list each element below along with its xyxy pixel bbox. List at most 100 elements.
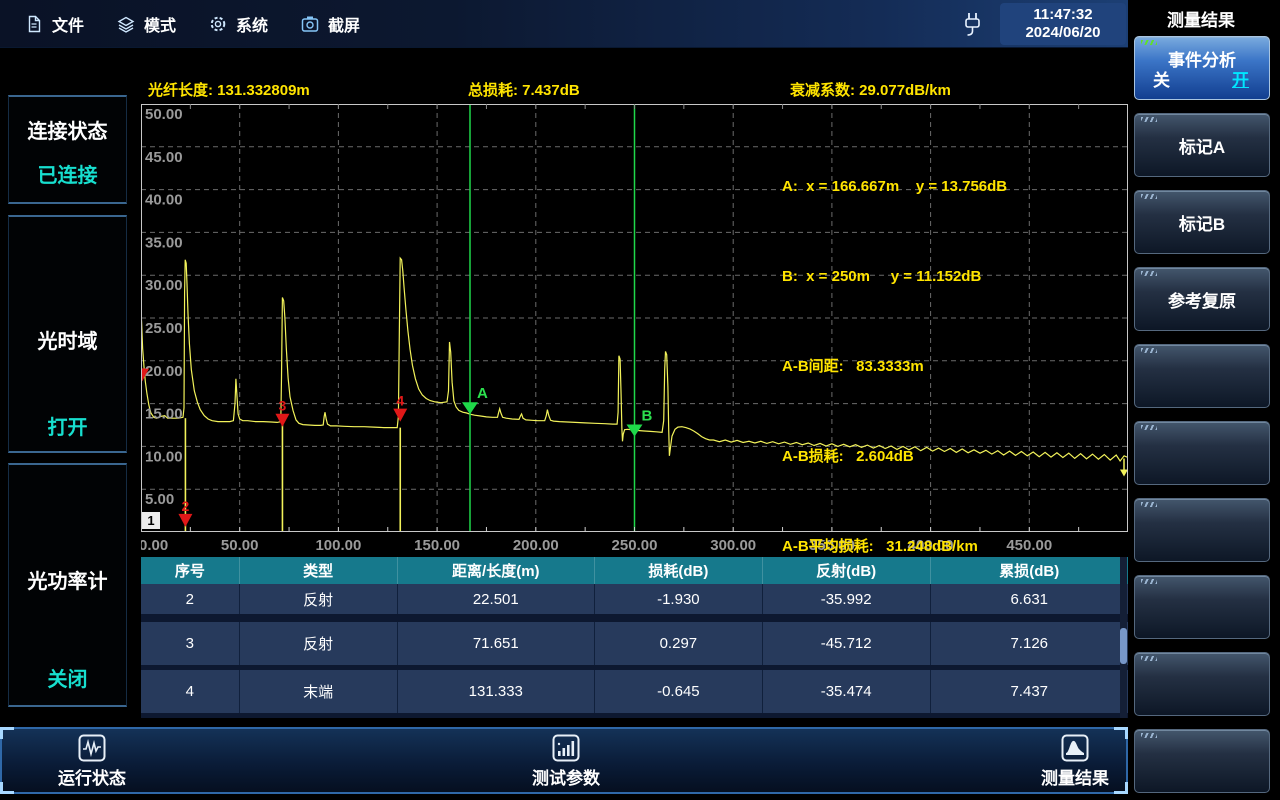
table-cell: 6.631 bbox=[931, 584, 1128, 614]
table-cell: -35.474 bbox=[763, 670, 931, 713]
table-cell: 7.437 bbox=[931, 670, 1128, 713]
bar-chart-icon bbox=[552, 734, 580, 762]
scrollbar-thumb[interactable] bbox=[1120, 628, 1127, 664]
total-loss-value: 总损耗: 7.437dB bbox=[468, 79, 580, 100]
clock: 11:47:32 2024/06/20 bbox=[1000, 3, 1126, 45]
x-tick-label: 0.00 bbox=[141, 537, 168, 554]
corner-accent bbox=[0, 727, 14, 739]
menu-item-screenshot[interactable]: 截屏 bbox=[300, 12, 360, 36]
table-cell: -45.712 bbox=[763, 622, 931, 665]
panel-title: 连接状态 bbox=[9, 115, 126, 144]
table-row[interactable]: 3反射71.6510.297-45.7127.126 bbox=[141, 622, 1128, 665]
column-header: 类型 bbox=[240, 557, 398, 584]
corner-mark bbox=[1141, 579, 1157, 584]
nav-label: 测量结果 bbox=[1041, 764, 1109, 789]
y-tick-label: 10.00 bbox=[145, 448, 183, 465]
event-analysis-off[interactable]: 关 bbox=[1153, 66, 1170, 91]
x-tick-label: 300.00 bbox=[710, 537, 756, 554]
reference-restore-button[interactable]: 参考复原 bbox=[1134, 267, 1270, 331]
gear-icon bbox=[208, 14, 228, 34]
corner-mark bbox=[1141, 425, 1157, 430]
table-cell: 131.333 bbox=[398, 670, 595, 713]
marker-letter: B bbox=[642, 408, 653, 425]
menu-button-empty[interactable] bbox=[1134, 729, 1270, 793]
event-table-header: 序号类型距离/长度(m)损耗(dB)反射(dB)累损(dB) bbox=[141, 557, 1128, 584]
file-icon bbox=[24, 14, 44, 34]
panel-status: 打开 bbox=[9, 411, 126, 440]
y-tick-label: 50.00 bbox=[145, 106, 183, 123]
table-cell: 末端 bbox=[240, 670, 398, 713]
y-tick-label: 25.00 bbox=[145, 320, 183, 337]
menu-button-empty[interactable] bbox=[1134, 652, 1270, 716]
menu-button-empty[interactable] bbox=[1134, 498, 1270, 562]
layers-icon bbox=[116, 14, 136, 34]
column-header: 累损(dB) bbox=[931, 557, 1128, 584]
connection-status-panel[interactable]: 连接状态 已连接 bbox=[8, 95, 127, 204]
otdr-panel[interactable]: 光时域 打开 bbox=[8, 215, 127, 453]
trace-number-badge: 1 bbox=[142, 512, 160, 529]
corner-mark bbox=[1141, 40, 1157, 45]
nav-label: 测试参数 bbox=[532, 764, 600, 789]
table-cell: 7.126 bbox=[931, 622, 1128, 665]
marker-a-readout: A: x = 166.667m y = 13.756dB bbox=[782, 172, 1007, 202]
menu-item-label: 文件 bbox=[52, 12, 84, 36]
table-cell: 2 bbox=[141, 584, 240, 614]
table-cell: 3 bbox=[141, 622, 240, 665]
menu-item-mode[interactable]: 模式 bbox=[116, 12, 176, 36]
time-text: 11:47:32 bbox=[1000, 6, 1126, 24]
marker-b-button[interactable]: 标记B bbox=[1134, 190, 1270, 254]
nav-measure-results[interactable]: 测量结果 bbox=[1020, 734, 1130, 789]
nav-test-params[interactable]: 测试参数 bbox=[491, 734, 641, 789]
event-arrow bbox=[178, 514, 192, 527]
column-header: 反射(dB) bbox=[763, 557, 931, 584]
marker-b-readout: B: x = 250m y = 11.152dB bbox=[782, 262, 1007, 292]
menu-button-empty[interactable] bbox=[1134, 575, 1270, 639]
power-meter-panel[interactable]: 光功率计 关闭 bbox=[8, 463, 127, 707]
event-arrow bbox=[393, 409, 407, 422]
menu-item-label: 截屏 bbox=[328, 12, 360, 36]
x-tick-label: 150.00 bbox=[414, 537, 460, 554]
menu: 文件 模式 系统 bbox=[24, 0, 360, 48]
menu-item-system[interactable]: 系统 bbox=[208, 12, 268, 36]
y-tick-label: 40.00 bbox=[145, 192, 183, 209]
corner-mark bbox=[1141, 502, 1157, 507]
column-header: 序号 bbox=[141, 557, 240, 584]
table-row[interactable]: 2反射22.501-1.930-35.9926.631 bbox=[141, 584, 1128, 614]
table-cell: 反射 bbox=[240, 622, 398, 665]
trace-end-arrowhead bbox=[1120, 470, 1128, 477]
table-row[interactable]: 4末端131.333-0.645-35.4747.437 bbox=[141, 670, 1128, 713]
x-tick-label: 100.00 bbox=[315, 537, 361, 554]
y-tick-label: 20.00 bbox=[145, 363, 183, 380]
marker-readout: A: x = 166.667m y = 13.756dB B: x = 250m… bbox=[782, 112, 1007, 622]
top-menu-bar: 文件 模式 系统 bbox=[0, 0, 1128, 48]
event-analysis-on[interactable]: 开 bbox=[1232, 66, 1249, 91]
event-number-label: 2 bbox=[182, 498, 190, 514]
event-arrow bbox=[275, 414, 289, 427]
nav-run-status[interactable]: 运行状态 bbox=[22, 734, 162, 789]
event-number-label: 3 bbox=[279, 398, 287, 414]
menu-button-empty[interactable] bbox=[1134, 344, 1270, 408]
right-panel: 测量结果 事件分析 关 开 标记A 标记B 参考复原 bbox=[1130, 0, 1280, 800]
nav-label: 运行状态 bbox=[58, 764, 126, 789]
x-tick-label: 250.00 bbox=[612, 537, 658, 554]
menu-button-empty[interactable] bbox=[1134, 421, 1270, 485]
table-cell: -0.645 bbox=[595, 670, 763, 713]
x-tick-label: 450.00 bbox=[1006, 537, 1052, 554]
menu-item-file[interactable]: 文件 bbox=[24, 12, 84, 36]
bottom-nav: 运行状态 测试参数 测量结果 bbox=[0, 727, 1128, 794]
panel-title: 光功率计 bbox=[9, 565, 126, 594]
table-cell: -1.930 bbox=[595, 584, 763, 614]
y-tick-label: 45.00 bbox=[145, 149, 183, 166]
fiber-length-value: 光纤长度: 131.332809m bbox=[148, 79, 310, 100]
table-scrollbar[interactable] bbox=[1120, 557, 1127, 718]
event-analysis-button[interactable]: 事件分析 关 开 bbox=[1134, 36, 1270, 100]
table-cell: 4 bbox=[141, 670, 240, 713]
ab-distance-readout: A-B间距: 83.3333m bbox=[782, 352, 1007, 382]
marker-a-button[interactable]: 标记A bbox=[1134, 113, 1270, 177]
right-panel-title: 测量结果 bbox=[1130, 6, 1272, 31]
marker-letter: A bbox=[477, 385, 488, 402]
table-cell: 0.297 bbox=[595, 622, 763, 665]
date-text: 2024/06/20 bbox=[1000, 24, 1126, 42]
y-tick-label: 15.00 bbox=[145, 406, 183, 423]
waveform-icon bbox=[78, 734, 106, 762]
